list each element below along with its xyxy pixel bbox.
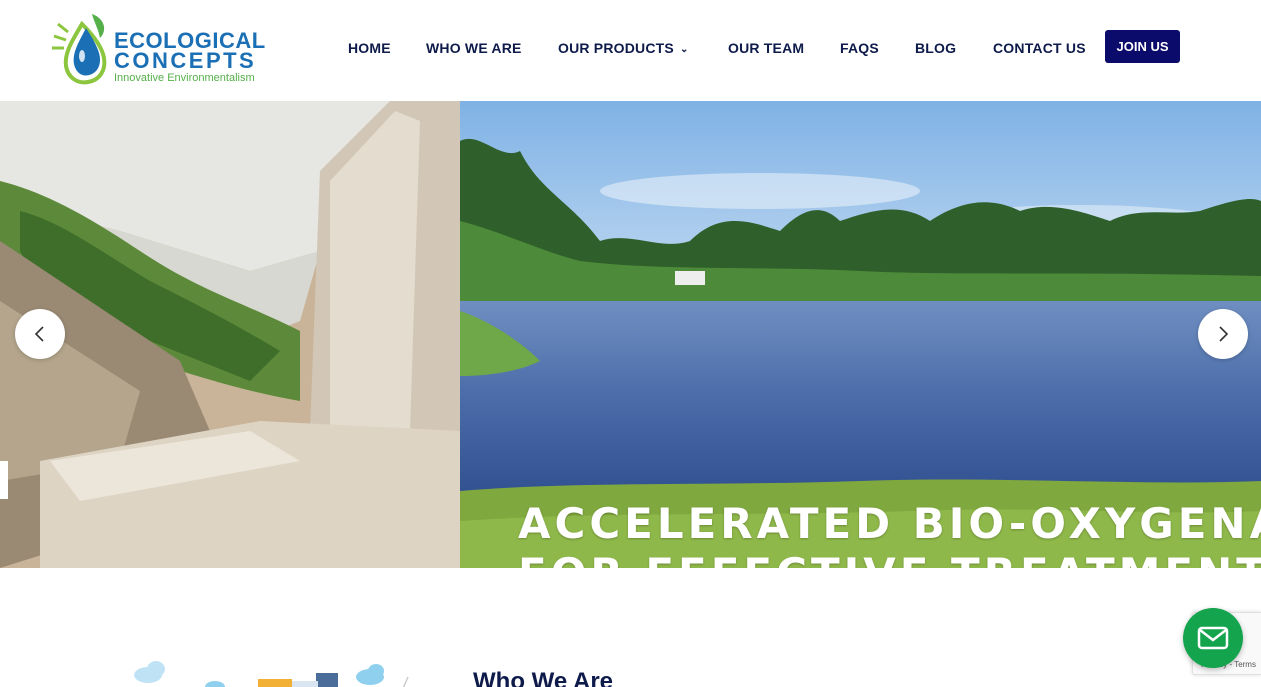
nav-who-we-are[interactable]: WHO WE ARE bbox=[426, 38, 522, 58]
nav-our-products-label: OUR PRODUCTS bbox=[558, 40, 674, 56]
nav-contact-us[interactable]: CONTACT US bbox=[993, 38, 1086, 58]
nav-faqs[interactable]: FAQS bbox=[840, 38, 879, 58]
chevron-down-icon: ⌄ bbox=[679, 44, 689, 55]
slider-next-button[interactable] bbox=[1198, 309, 1248, 359]
contact-mail-button[interactable] bbox=[1183, 608, 1243, 668]
hero-heading-line-2: FOR EFFECTIVE TREATMENT OF P bbox=[518, 549, 1261, 568]
nav-our-team[interactable]: OUR TEAM bbox=[728, 38, 804, 58]
nav-our-products[interactable]: OUR PRODUCTS ⌄ bbox=[558, 38, 689, 60]
who-we-are-heading: Who We Are bbox=[473, 668, 614, 687]
hero-heading: ACCELERATED BIO-OXYGENATIO FOR EFFECTIVE… bbox=[518, 499, 1261, 568]
slider-prev-button[interactable] bbox=[15, 309, 65, 359]
nav-blog[interactable]: BLOG bbox=[915, 38, 956, 58]
chevron-right-icon bbox=[1219, 326, 1229, 342]
logo-line-2: CONCEPTS bbox=[114, 48, 257, 73]
site-header: ECOLOGICAL CONCEPTS Innovative Environme… bbox=[0, 0, 1261, 101]
mail-icon bbox=[1197, 626, 1229, 650]
logo-tagline: Innovative Environmentalism bbox=[114, 72, 255, 84]
who-we-are-illustration bbox=[130, 655, 420, 687]
previous-slide-image bbox=[0, 101, 460, 568]
current-slide-image bbox=[460, 101, 1261, 568]
hero-slider: ACCELERATED BIO-OXYGENATIO FOR EFFECTIVE… bbox=[0, 101, 1261, 568]
join-us-button[interactable]: JOIN US bbox=[1105, 30, 1180, 63]
water-drop-logo-icon bbox=[52, 14, 107, 85]
chevron-left-icon bbox=[34, 326, 44, 342]
hero-heading-line-1: ACCELERATED BIO-OXYGENATIO bbox=[518, 499, 1261, 548]
nav-home[interactable]: HOME bbox=[348, 38, 391, 58]
site-logo[interactable]: ECOLOGICAL CONCEPTS Innovative Environme… bbox=[52, 12, 267, 88]
